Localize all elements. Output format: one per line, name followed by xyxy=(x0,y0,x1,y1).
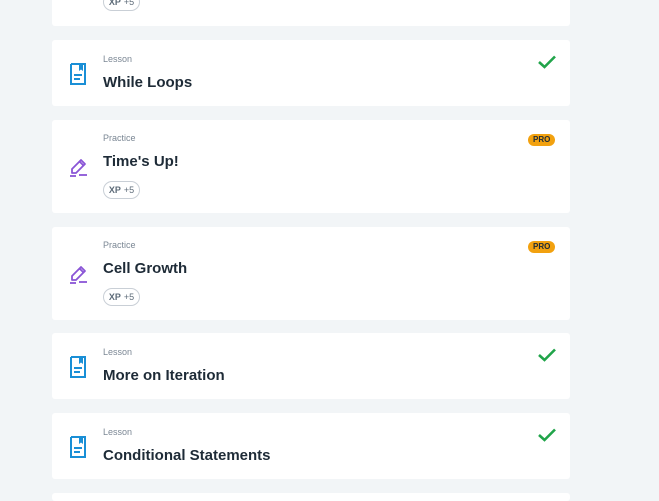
item-title: Conditional Statements xyxy=(103,447,271,464)
pro-badge: PRO xyxy=(528,134,556,146)
course-item-card[interactable]: Lesson Conditional Statements xyxy=(52,413,570,479)
item-title: More on Iteration xyxy=(103,367,225,384)
item-type-label: Practice xyxy=(103,240,136,250)
xp-badge: XP +5 xyxy=(103,181,140,199)
practice-pencil-icon xyxy=(70,159,87,177)
item-title: While Loops xyxy=(103,74,193,91)
pro-badge: PRO xyxy=(528,241,556,253)
lesson-icon xyxy=(70,356,86,378)
practice-pencil-icon xyxy=(70,266,87,284)
course-item-card[interactable]: Lesson More on Iteration xyxy=(52,333,570,399)
xp-badge: XP +5 xyxy=(103,0,140,11)
completed-check-icon xyxy=(538,348,556,362)
item-type-label: Lesson xyxy=(103,347,133,357)
lesson-icon xyxy=(70,63,86,85)
item-type-label: Practice xyxy=(103,133,136,143)
course-item-card[interactable]: Practice Time's Up! XP +5 PRO xyxy=(52,120,570,213)
item-type-label: Lesson xyxy=(103,427,133,437)
course-item-card[interactable]: Practice Cell Growth XP +5 PRO xyxy=(52,227,570,320)
course-item-card[interactable] xyxy=(52,493,570,501)
completed-check-icon xyxy=(538,55,556,69)
item-title: Time's Up! xyxy=(103,153,179,170)
item-title: Cell Growth xyxy=(103,260,188,277)
xp-badge: XP +5 xyxy=(103,288,140,306)
item-type-label: Lesson xyxy=(103,54,133,64)
lesson-icon xyxy=(70,436,86,458)
course-item-card[interactable]: Lesson While Loops xyxy=(52,40,570,106)
completed-check-icon xyxy=(538,428,556,442)
course-item-card[interactable]: XP +5 xyxy=(52,0,570,26)
